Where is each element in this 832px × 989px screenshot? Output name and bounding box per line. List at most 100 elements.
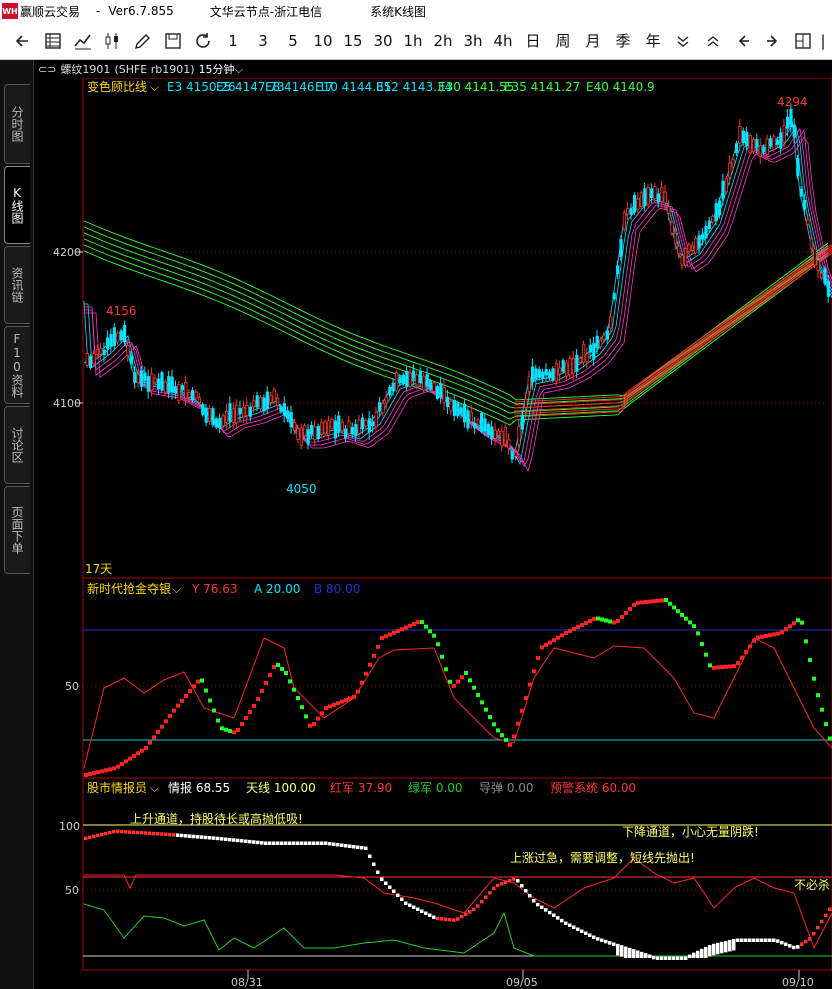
layout-icon[interactable] bbox=[788, 26, 818, 56]
info-dot bbox=[452, 918, 456, 922]
sub1-step bbox=[308, 723, 312, 728]
info-bar bbox=[700, 950, 704, 958]
candle-body bbox=[157, 378, 161, 389]
candle-body bbox=[136, 373, 140, 384]
sub1-step bbox=[108, 767, 112, 772]
period-button[interactable]: 1 bbox=[218, 26, 248, 56]
symbol-name[interactable]: 螺纹1901 bbox=[60, 61, 110, 77]
chevron-down-icon[interactable]: ⌵ bbox=[150, 781, 159, 795]
period-button[interactable]: 1h bbox=[398, 26, 428, 56]
period-button[interactable]: 周 bbox=[548, 26, 578, 56]
candle-body bbox=[140, 370, 144, 387]
sub2-indicator-name[interactable]: 股市情报员 bbox=[87, 780, 147, 795]
chevron-down-icon[interactable]: ⌵ bbox=[150, 80, 159, 94]
sub1-step bbox=[608, 619, 612, 624]
info-dot bbox=[200, 835, 204, 839]
period-button[interactable]: 10 bbox=[308, 26, 338, 56]
info-dot bbox=[140, 831, 144, 835]
sub1-step bbox=[600, 617, 604, 622]
sub1-step bbox=[400, 627, 404, 632]
ema-label: E30 4141.55 bbox=[438, 80, 514, 94]
chevron-up-double-icon[interactable] bbox=[698, 26, 728, 56]
period-button[interactable]: 4h bbox=[488, 26, 518, 56]
sub1-step bbox=[472, 685, 476, 690]
draw-tool-icon[interactable] bbox=[128, 26, 158, 56]
chevron-down-double-icon[interactable] bbox=[668, 26, 698, 56]
candle-body bbox=[707, 220, 712, 229]
main-indicator-name[interactable]: 变色顾比线 bbox=[87, 79, 147, 94]
period-button[interactable]: 30 bbox=[368, 26, 398, 56]
tab-fenshi[interactable]: 分时图 bbox=[4, 84, 30, 164]
sub1-indicator-name[interactable]: 新时代抢金夺银 bbox=[87, 581, 171, 596]
sub1-step bbox=[220, 726, 224, 731]
sub1-step bbox=[268, 673, 272, 677]
sub1-step bbox=[84, 773, 88, 777]
low-price-label: 4050 bbox=[286, 482, 317, 496]
candle-body bbox=[789, 109, 793, 127]
info-dot bbox=[808, 937, 812, 941]
line-chart-icon[interactable] bbox=[68, 26, 98, 56]
candle-body bbox=[180, 385, 184, 391]
info-bar bbox=[716, 944, 720, 955]
sub1-step bbox=[724, 664, 728, 669]
candle-body bbox=[106, 337, 110, 349]
candle-body bbox=[204, 407, 208, 423]
candle-body bbox=[690, 245, 695, 251]
period-selector[interactable]: 15分钟⌵ bbox=[199, 61, 243, 77]
info-dot bbox=[612, 942, 616, 946]
candle-body bbox=[741, 130, 746, 143]
info-dot bbox=[560, 918, 564, 923]
info-dot bbox=[828, 907, 832, 912]
tab-order[interactable]: 页面下单 bbox=[4, 486, 30, 574]
info-dot bbox=[604, 939, 608, 944]
sub1-step bbox=[516, 721, 520, 726]
chart-area[interactable]: 4200 4100 4294 4156 4050 17天 变色顾比线 ⌵ E3 … bbox=[34, 78, 832, 989]
arrow-left-icon[interactable] bbox=[728, 26, 758, 56]
period-button[interactable]: 3 bbox=[248, 26, 278, 56]
candle-body bbox=[439, 382, 443, 398]
tab-news[interactable]: 资讯链 bbox=[4, 246, 30, 324]
candle-body bbox=[207, 408, 212, 422]
period-button[interactable]: 月 bbox=[578, 26, 608, 56]
candlestick-icon[interactable] bbox=[98, 26, 128, 56]
period-button[interactable]: 15 bbox=[338, 26, 368, 56]
period-button[interactable]: 季 bbox=[608, 26, 638, 56]
candle-body bbox=[575, 354, 579, 372]
info-dot bbox=[456, 917, 460, 921]
period-button[interactable]: 3h bbox=[458, 26, 488, 56]
link-icon[interactable]: ⊂⊃ bbox=[38, 63, 56, 76]
info-dot bbox=[576, 927, 580, 931]
info-dot bbox=[296, 841, 300, 845]
candle-body bbox=[170, 376, 174, 393]
candle-body bbox=[809, 238, 814, 249]
system-menu[interactable]: 系统K线图 bbox=[370, 3, 426, 20]
info-dot bbox=[120, 829, 124, 834]
left-high-label: 4156 bbox=[106, 304, 137, 318]
period-button[interactable]: 5 bbox=[278, 26, 308, 56]
tab-discussion[interactable]: 讨论区 bbox=[4, 406, 30, 484]
candle-body bbox=[565, 362, 569, 377]
save-icon[interactable] bbox=[158, 26, 188, 56]
info-dot bbox=[116, 829, 120, 834]
candle-body bbox=[816, 259, 820, 271]
sub1-signal-line bbox=[83, 637, 832, 769]
chevron-down-icon[interactable]: ⌵ bbox=[172, 582, 181, 596]
more-icon[interactable]: | bbox=[818, 26, 828, 56]
refresh-icon[interactable] bbox=[188, 26, 218, 56]
info-dot bbox=[400, 897, 404, 901]
table-icon[interactable] bbox=[38, 26, 68, 56]
tab-f10[interactable]: F10资料 bbox=[4, 326, 30, 404]
info-dot bbox=[532, 899, 536, 903]
candle-body bbox=[218, 418, 222, 429]
info-bar bbox=[636, 952, 640, 958]
arrow-right-icon[interactable] bbox=[758, 26, 788, 56]
sub1-step bbox=[280, 667, 284, 671]
back-arrow-icon[interactable] bbox=[8, 26, 38, 56]
candle-body bbox=[377, 402, 382, 412]
period-button[interactable]: 2h bbox=[428, 26, 458, 56]
period-button[interactable]: 日 bbox=[518, 26, 548, 56]
tab-kline[interactable]: K线图 bbox=[4, 166, 30, 244]
candle-body bbox=[823, 268, 827, 284]
candle-body bbox=[792, 124, 797, 138]
period-button[interactable]: 年 bbox=[638, 26, 668, 56]
